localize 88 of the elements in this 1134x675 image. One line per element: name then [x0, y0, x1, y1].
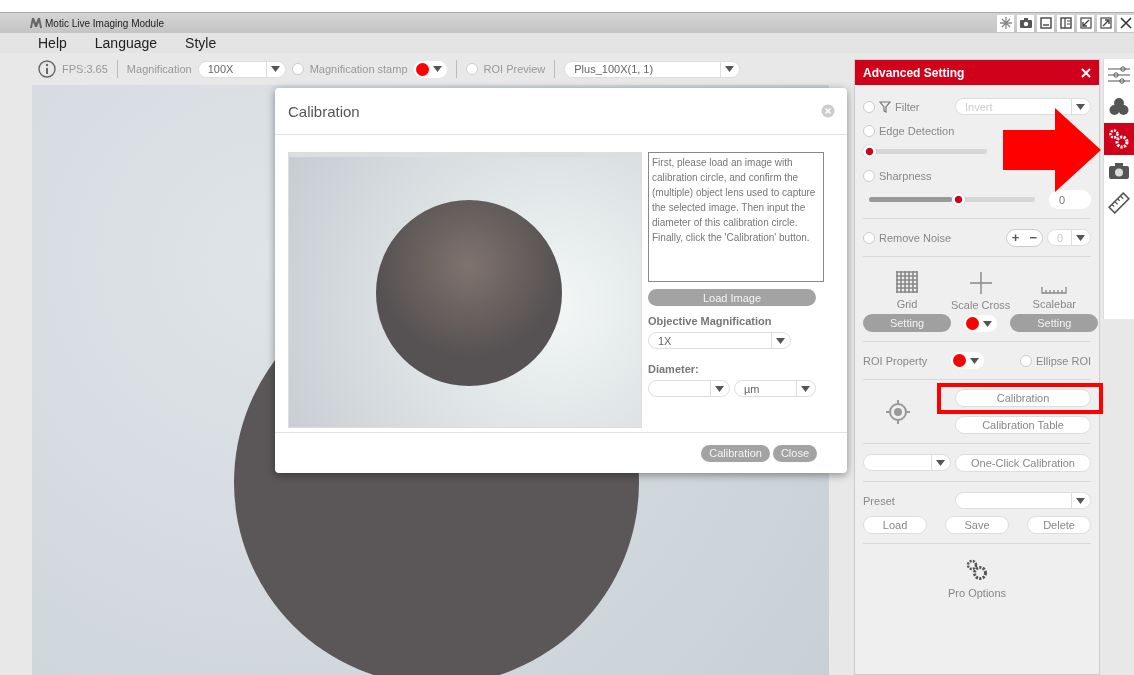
target-icon — [885, 398, 912, 425]
diameter-label: Diameter: — [648, 363, 700, 375]
grid-icon[interactable] — [895, 270, 920, 294]
expand-icon[interactable] — [1097, 14, 1114, 32]
caret-icon — [1076, 103, 1086, 110]
camera-icon[interactable] — [1017, 14, 1034, 32]
magnification-label: Magnification — [126, 63, 192, 75]
sparkle-icon[interactable] — [997, 14, 1014, 32]
preset-dropdown[interactable]: Plus_100X(1, 1) — [564, 60, 741, 78]
setting-button[interactable]: Setting — [1010, 314, 1099, 332]
caret-icon — [715, 385, 724, 392]
split-view-icon[interactable] — [1057, 14, 1074, 32]
menu-item[interactable]: Help — [38, 35, 67, 51]
radio-button[interactable] — [863, 231, 876, 244]
fps-readout: FPS:3.65 — [62, 63, 108, 75]
objective-label: Objective Magnification — [648, 315, 773, 327]
setting-button[interactable]: Setting — [863, 314, 952, 332]
caret-icon — [936, 459, 946, 466]
slider-thumb[interactable] — [863, 145, 877, 158]
color-picker[interactable] — [964, 315, 998, 332]
remove-noise-label: Remove Noise — [879, 231, 952, 244]
color-picker[interactable] — [413, 60, 447, 78]
caret-icon — [725, 66, 735, 72]
radio-button[interactable] — [1020, 354, 1032, 367]
shrink-icon[interactable] — [1077, 14, 1094, 32]
objective-dropdown[interactable]: 1X — [648, 332, 791, 349]
tool-label: Grid — [896, 298, 918, 310]
instructions-text: First, please load an image with calibration circle, and confirm the (multiple) object lens used to capture the selected image. Then input the diameter of this calibration circle. Finally, click the 'Calibration' button. — [648, 152, 824, 282]
filter-label: Filter — [895, 100, 920, 113]
edge-detection-label: Edge Detection — [879, 124, 955, 137]
gears-icon — [1108, 128, 1130, 150]
dialog-button[interactable]: Close — [772, 444, 817, 462]
sliders-icon — [1108, 65, 1130, 85]
dialog-button[interactable]: Calibration — [701, 444, 770, 462]
plus-button[interactable]: + — [1006, 229, 1025, 246]
filter-icon — [879, 100, 892, 113]
window-title: Motic Live Imaging Module — [45, 17, 164, 29]
unit-dropdown[interactable]: µm — [734, 380, 816, 397]
caret-icon — [432, 66, 442, 72]
ellipse-roi-label: Ellipse ROI — [1036, 354, 1092, 367]
load-image-button[interactable]: Load Image — [648, 289, 816, 306]
caret-icon — [1076, 234, 1086, 241]
ruler-icon — [1108, 192, 1130, 214]
dialog-title: Calibration — [288, 102, 360, 120]
close-icon[interactable] — [1081, 67, 1092, 78]
panel-title: Advanced Setting — [863, 65, 965, 80]
caret-icon — [983, 320, 993, 327]
slider-thumb[interactable] — [952, 193, 966, 206]
radio-button[interactable] — [863, 169, 876, 182]
caret-icon — [801, 385, 810, 392]
caret-icon — [776, 337, 785, 344]
radio-button[interactable] — [863, 124, 876, 137]
tool-label: Scale Cross — [951, 299, 1011, 311]
calibration-button[interactable]: Calibration — [955, 389, 1092, 407]
diameter-field[interactable] — [648, 380, 730, 397]
radio-button[interactable] — [291, 63, 304, 75]
one-click-calibration-button[interactable]: One-Click Calibration — [955, 453, 1092, 472]
calibration-table-button[interactable]: Calibration Table — [955, 416, 1092, 434]
roi-preview-label: ROI Preview — [483, 63, 546, 75]
stamp-label: Magnification stamp — [309, 63, 408, 75]
radio-button[interactable] — [465, 63, 478, 75]
caret-icon — [1076, 497, 1086, 504]
side-tab[interactable] — [1104, 123, 1134, 155]
radio-button[interactable] — [863, 100, 876, 113]
minus-button[interactable]: − — [1024, 229, 1043, 246]
menu-item[interactable]: Style — [185, 35, 217, 51]
sharpness-value-field[interactable]: 0 — [1049, 190, 1092, 209]
preset-button[interactable]: Load — [863, 515, 928, 534]
roi-property-label: ROI Property — [863, 354, 928, 367]
preset-button[interactable]: Delete — [1027, 515, 1092, 534]
tool-label: Scalebar — [1032, 298, 1077, 310]
preset-button[interactable]: Save — [945, 515, 1010, 534]
gears-icon[interactable] — [966, 559, 989, 581]
scalebar-icon[interactable] — [1041, 284, 1068, 294]
caret-icon — [970, 357, 980, 364]
color-picker[interactable] — [951, 352, 985, 369]
info-icon[interactable] — [38, 60, 56, 78]
magnification-dropdown[interactable]: 100X — [197, 60, 286, 78]
sharpness-label: Sharpness — [879, 169, 932, 182]
caret-icon — [270, 66, 280, 72]
menu-item[interactable]: Language — [94, 35, 158, 51]
three-circles-icon — [1109, 97, 1129, 117]
pro-options-label: Pro Options — [948, 587, 1007, 599]
preset-label: Preset — [863, 494, 895, 507]
close-icon[interactable] — [1117, 14, 1134, 32]
camera-icon — [1108, 162, 1130, 180]
logo-icon — [30, 18, 42, 28]
minimize-icon[interactable] — [1037, 14, 1054, 32]
